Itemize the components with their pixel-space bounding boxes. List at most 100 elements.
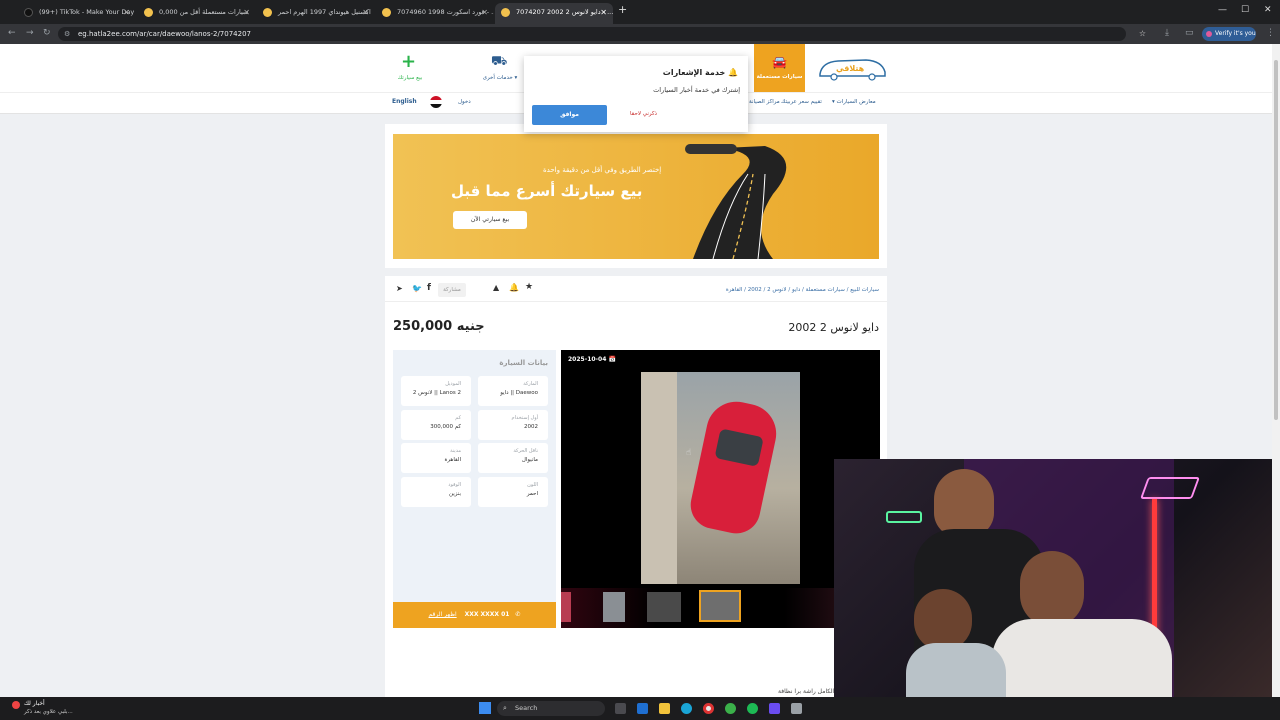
divider	[385, 301, 887, 302]
listing-price: 250,000 جنيه	[393, 319, 485, 334]
thumbnail-strip	[561, 588, 880, 628]
breadcrumb-item[interactable]: لانوس 2	[767, 287, 786, 293]
cast-icon[interactable]: ▭	[1185, 28, 1194, 38]
site-info-icon[interactable]: ⚙	[64, 27, 70, 41]
cursor-hand-icon: ☝	[686, 448, 692, 458]
chrome-icon[interactable]	[703, 703, 714, 714]
verify-profile-button[interactable]: Verify it's you	[1202, 27, 1256, 41]
sell-car-label: بيع سيارتك	[397, 75, 423, 81]
edge-icon[interactable]	[681, 703, 692, 714]
news-subtitle: بلبي علاوي بعد ذكر...	[24, 709, 73, 715]
outlook-icon[interactable]	[637, 703, 648, 714]
notification-title: خدمة الإشعارات 🔔	[662, 68, 738, 77]
close-window-icon[interactable]: ✕	[1264, 5, 1272, 15]
car-service-icon: ⛟	[491, 54, 508, 69]
thumbnail-active[interactable]	[699, 590, 741, 622]
bookmark-star-icon[interactable]: ☆	[1139, 27, 1146, 41]
breadcrumb-item[interactable]: دايو	[792, 287, 800, 293]
thumbnail[interactable]	[647, 592, 681, 622]
breadcrumb-item[interactable]: سيارات للبيع	[850, 287, 879, 293]
show-number-label: اظهر الرقم	[428, 611, 457, 618]
breadcrumb-item[interactable]: سيارات مستعملة	[806, 287, 845, 293]
spec-make: الماركة دايو || Daewoo	[478, 376, 548, 406]
new-tab-icon[interactable]: +	[618, 3, 627, 16]
thumbnail[interactable]	[561, 592, 571, 622]
tab-title: سيارات مستعملة أقل من 0,000	[159, 8, 249, 16]
browser-tab[interactable]: فورد اسكورت 1998 7074960 - ... ✕	[376, 3, 494, 24]
breadcrumb-item[interactable]: القاهرة	[726, 287, 742, 293]
tiktok-icon	[24, 8, 33, 17]
thumbnail[interactable]	[603, 592, 625, 622]
car-photo[interactable]	[641, 372, 800, 584]
breadcrumb: سيارات للبيع / سيارات مستعملة / دايو / ل…	[725, 287, 879, 293]
sell-car-button[interactable]: + بيع سيارتك	[390, 51, 430, 88]
calculator-icon[interactable]	[791, 703, 802, 714]
plus-icon: +	[401, 51, 417, 72]
listing-date: 2025-10-04 📅	[568, 356, 616, 363]
close-tab-icon[interactable]: ✕	[362, 3, 369, 22]
nav-service-centers[interactable]: مراكز الصيانة	[749, 99, 780, 105]
windows-start-icon[interactable]	[479, 702, 491, 714]
file-explorer-icon[interactable]	[659, 703, 670, 714]
spotify-icon[interactable]	[747, 703, 758, 714]
hatla2ee-logo[interactable]: هتلاقي	[816, 56, 888, 82]
scrollbar-thumb[interactable]	[1274, 60, 1278, 420]
page-scrollbar[interactable]	[1272, 44, 1280, 697]
remind-later-link[interactable]: ذكرني لاحقا	[630, 111, 657, 117]
egypt-flag-icon[interactable]	[430, 96, 442, 108]
banner-subtitle: إختصر الطريق وفي أقل من دقيقة واحدة	[543, 166, 662, 174]
browser-toolbar: ← → ↻ ⚙ eg.hatla2ee.com/ar/car/daewoo/la…	[0, 24, 1280, 44]
minimize-icon[interactable]: —	[1218, 5, 1227, 15]
download-icon[interactable]: ⤓	[1165, 28, 1169, 38]
address-bar[interactable]: ⚙ eg.hatla2ee.com/ar/car/daewoo/lanos-2/…	[58, 27, 1146, 41]
close-tab-icon[interactable]: ✕	[600, 3, 607, 22]
search-icon: ⌕	[503, 704, 507, 712]
telegram-icon[interactable]: ➤	[396, 284, 403, 293]
news-widget[interactable]: أخبار لك بلبي علاوي بعد ذكر...	[4, 699, 94, 718]
browser-tab[interactable]: (99+) TikTok - Make Your Day ✕	[18, 3, 136, 24]
person-body-image	[992, 619, 1172, 697]
spec-mileage: كم 300,000 كم	[401, 410, 471, 440]
breadcrumb-item[interactable]: 2002	[748, 287, 762, 293]
taskbar-search[interactable]: ⌕ Search	[497, 701, 605, 716]
login-link[interactable]: دخول	[458, 99, 471, 105]
language-switch[interactable]: English	[392, 98, 417, 105]
browser-tab[interactable]: سيارات مستعملة أقل من 0,000 ✕	[138, 3, 256, 24]
twitter-icon[interactable]: 🐦	[412, 284, 422, 293]
favorite-star-icon[interactable]: ★	[525, 282, 533, 292]
facebook-icon[interactable]: f	[427, 283, 431, 293]
spec-model: الموديل لانوس 2 || Lanos 2	[401, 376, 471, 406]
sell-banner[interactable]: إختصر الطريق وفي أقل من دقيقة واحدة بيع …	[393, 134, 879, 259]
site-favicon-icon	[382, 8, 391, 17]
car-icon: 🚘	[772, 55, 787, 69]
used-cars-button[interactable]: 🚘 سيارات مستعملة	[754, 44, 805, 92]
browser-tab-active[interactable]: دايو لانوس 2 2002 7074207 - ... ✕	[495, 3, 613, 24]
back-icon[interactable]: ←	[8, 28, 16, 38]
nav-car-showrooms[interactable]: ▾ معارض السيارات	[832, 99, 876, 105]
discord-icon[interactable]	[769, 703, 780, 714]
webcam-overlay	[834, 459, 1272, 697]
accept-notifications-button[interactable]: موافق	[532, 105, 607, 125]
show-phone-button[interactable]: اظهر الرقم XXX XXXX 01 ✆	[393, 602, 556, 628]
menu-kebab-icon[interactable]: ⋮	[1266, 28, 1275, 38]
maximize-icon[interactable]: ☐	[1241, 5, 1249, 15]
app-icon[interactable]	[725, 703, 736, 714]
car-specs-panel: بيانات السيارة الماركة دايو || Daewoo الم…	[393, 350, 556, 628]
site-favicon-icon	[144, 8, 153, 17]
alert-bell-icon[interactable]: 🔔	[509, 283, 519, 292]
bell-icon: 🔔	[728, 68, 738, 77]
browser-tab[interactable]: اكسنيل هيونداي 1997 الهرم احمر ✕	[257, 3, 375, 24]
forward-icon[interactable]: →	[26, 28, 34, 38]
photo-gallery[interactable]: 2025-10-04 📅 ☝	[561, 350, 880, 628]
close-tab-icon[interactable]: ✕	[243, 3, 250, 22]
child-head-image	[914, 589, 972, 651]
close-tab-icon[interactable]: ✕	[123, 3, 130, 22]
nav-car-valuation[interactable]: تقييم سعر عربيتك	[781, 99, 822, 105]
close-tab-icon[interactable]: ✕	[481, 3, 488, 22]
share-bar: ➤ 🐦 f مشاركة	[393, 283, 466, 297]
other-services-menu[interactable]: ⛟ خدمات أخرى ▾	[477, 54, 523, 88]
report-icon[interactable]: ▲	[493, 283, 499, 292]
reload-icon[interactable]: ↻	[43, 28, 51, 38]
task-view-icon[interactable]	[615, 703, 626, 714]
sell-my-car-now-button[interactable]: بيع سيارتي الآن	[453, 211, 527, 229]
